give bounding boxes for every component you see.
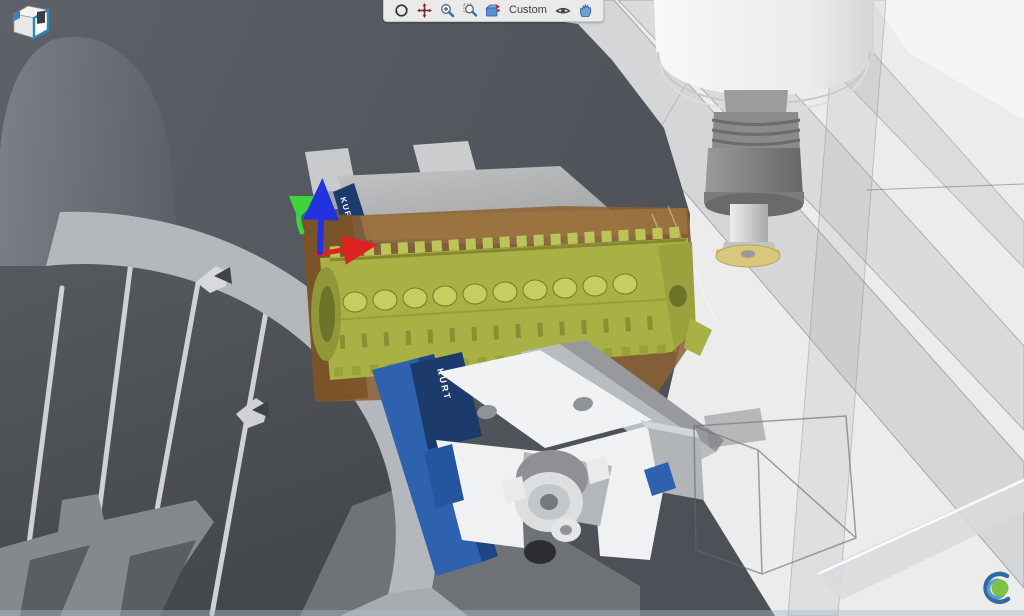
viewport-3d[interactable]: KURT <box>0 0 1024 616</box>
z-axis-arrow <box>320 190 322 252</box>
vise-handle-knob <box>524 540 556 564</box>
view-toolbar: Custom <box>383 0 604 22</box>
simulation-window: KURT <box>0 0 1024 616</box>
tool-tip <box>716 245 780 267</box>
zoom-in-button[interactable] <box>439 3 455 19</box>
orbit-icon <box>394 3 409 18</box>
view-preset-label[interactable]: Custom <box>508 0 548 21</box>
bottom-strip <box>0 610 1024 616</box>
spindle-housing <box>654 0 874 96</box>
scene-canvas: KURT <box>0 0 1024 616</box>
zoom-window-button[interactable] <box>462 3 478 19</box>
toggle-visibility-button[interactable] <box>555 3 571 19</box>
zoom-window-icon <box>463 3 478 18</box>
brand-logo <box>978 568 1018 608</box>
view-presets-button[interactable] <box>485 3 501 19</box>
view-preset-icon <box>485 3 501 18</box>
zoom-in-icon <box>440 3 455 18</box>
logo-green-dot <box>992 580 1009 597</box>
eye-icon <box>555 3 571 18</box>
pan-icon <box>417 3 432 18</box>
machine-thumbnail-icon[interactable] <box>8 0 54 46</box>
pan-button[interactable] <box>416 3 432 19</box>
orbit-button[interactable] <box>393 3 409 19</box>
hand-icon <box>578 3 593 18</box>
grab-button[interactable] <box>578 3 594 19</box>
